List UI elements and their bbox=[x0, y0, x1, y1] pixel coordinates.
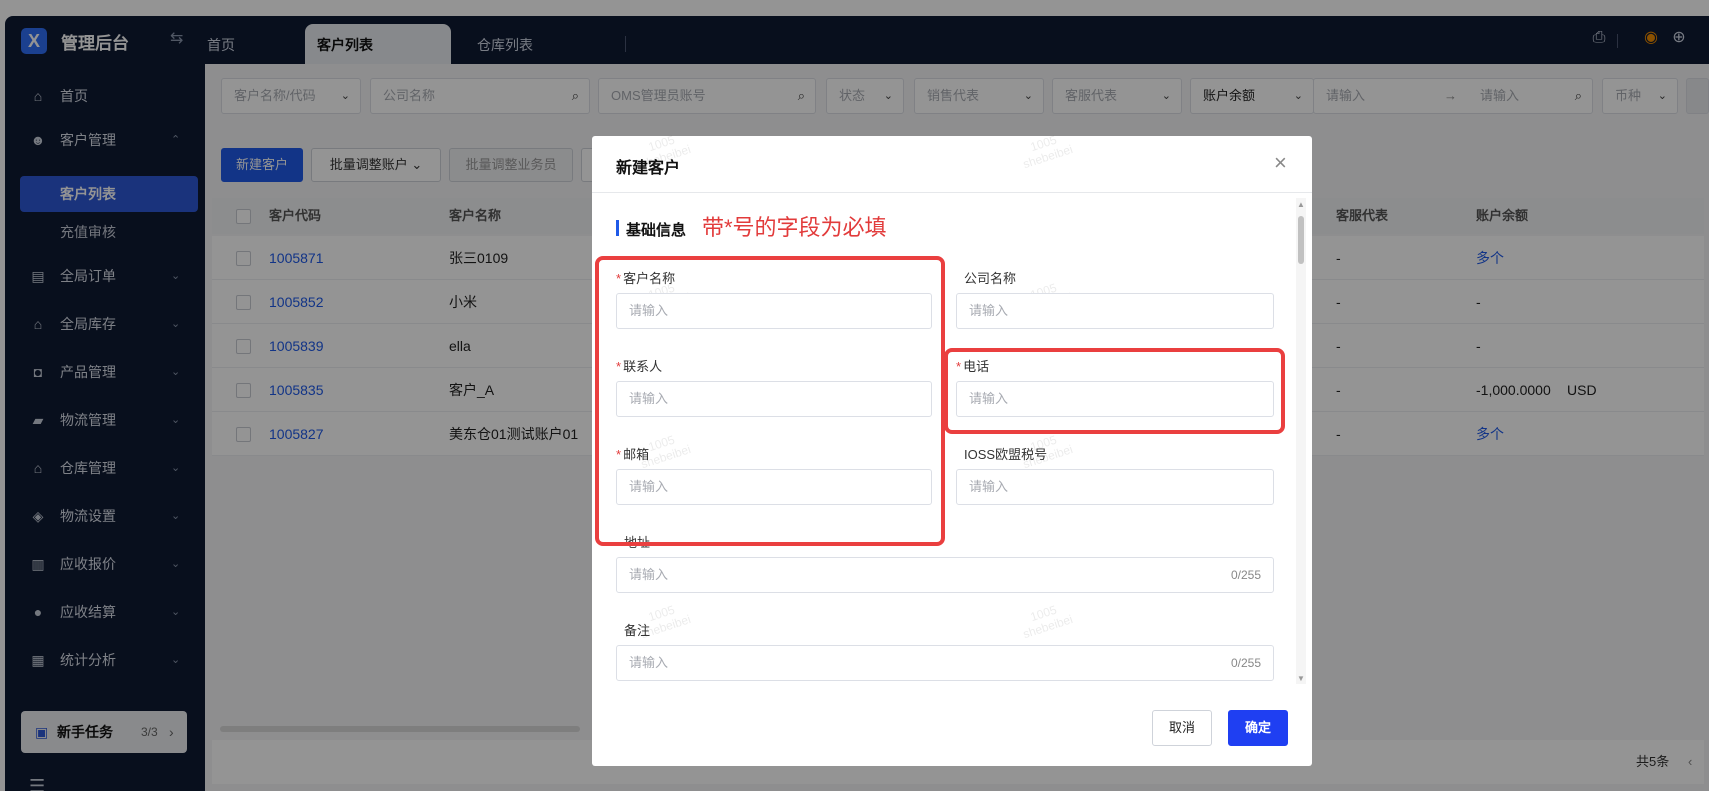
dialog-scrollbar[interactable] bbox=[1296, 198, 1306, 684]
remark-label: 备注 bbox=[624, 623, 651, 638]
watermark: 1005shebeibei bbox=[1021, 132, 1075, 172]
address-char-count: 0/255 bbox=[1230, 568, 1261, 582]
required-note: 带*号的字段为必填 bbox=[702, 215, 887, 240]
remark-char-count: 0/255 bbox=[1230, 656, 1261, 670]
scroll-up-icon[interactable]: ▲ bbox=[1296, 200, 1306, 209]
company-name-label: 公司名称 bbox=[964, 271, 1017, 286]
section-title: 基础信息 bbox=[626, 222, 687, 239]
address-input[interactable]: 请输入 0/255 bbox=[616, 557, 1274, 593]
cancel-button[interactable]: 取消 bbox=[1152, 710, 1212, 746]
phone-field-highlight bbox=[944, 348, 1285, 434]
new-customer-dialog: 新建客户 × 基础信息 带*号的字段为必填 1005 shebeibei 1005… bbox=[592, 133, 1312, 766]
remark-input[interactable]: 请输入 0/255 bbox=[616, 645, 1274, 681]
watermark: 1005shebeibei bbox=[1021, 602, 1075, 642]
dialog-scroll-thumb[interactable] bbox=[1298, 216, 1304, 264]
required-fields-highlight bbox=[595, 256, 945, 546]
ioss-input[interactable]: 请输入 bbox=[956, 469, 1274, 505]
ioss-label: IOSS欧盟税号 bbox=[964, 447, 1048, 462]
close-icon[interactable]: × bbox=[1274, 152, 1287, 174]
dialog-divider bbox=[592, 192, 1312, 193]
company-name-input[interactable]: 请输入 bbox=[956, 293, 1274, 329]
confirm-button[interactable]: 确定 bbox=[1228, 710, 1288, 746]
section-marker bbox=[616, 220, 619, 236]
scroll-down-icon[interactable]: ▼ bbox=[1296, 674, 1306, 683]
